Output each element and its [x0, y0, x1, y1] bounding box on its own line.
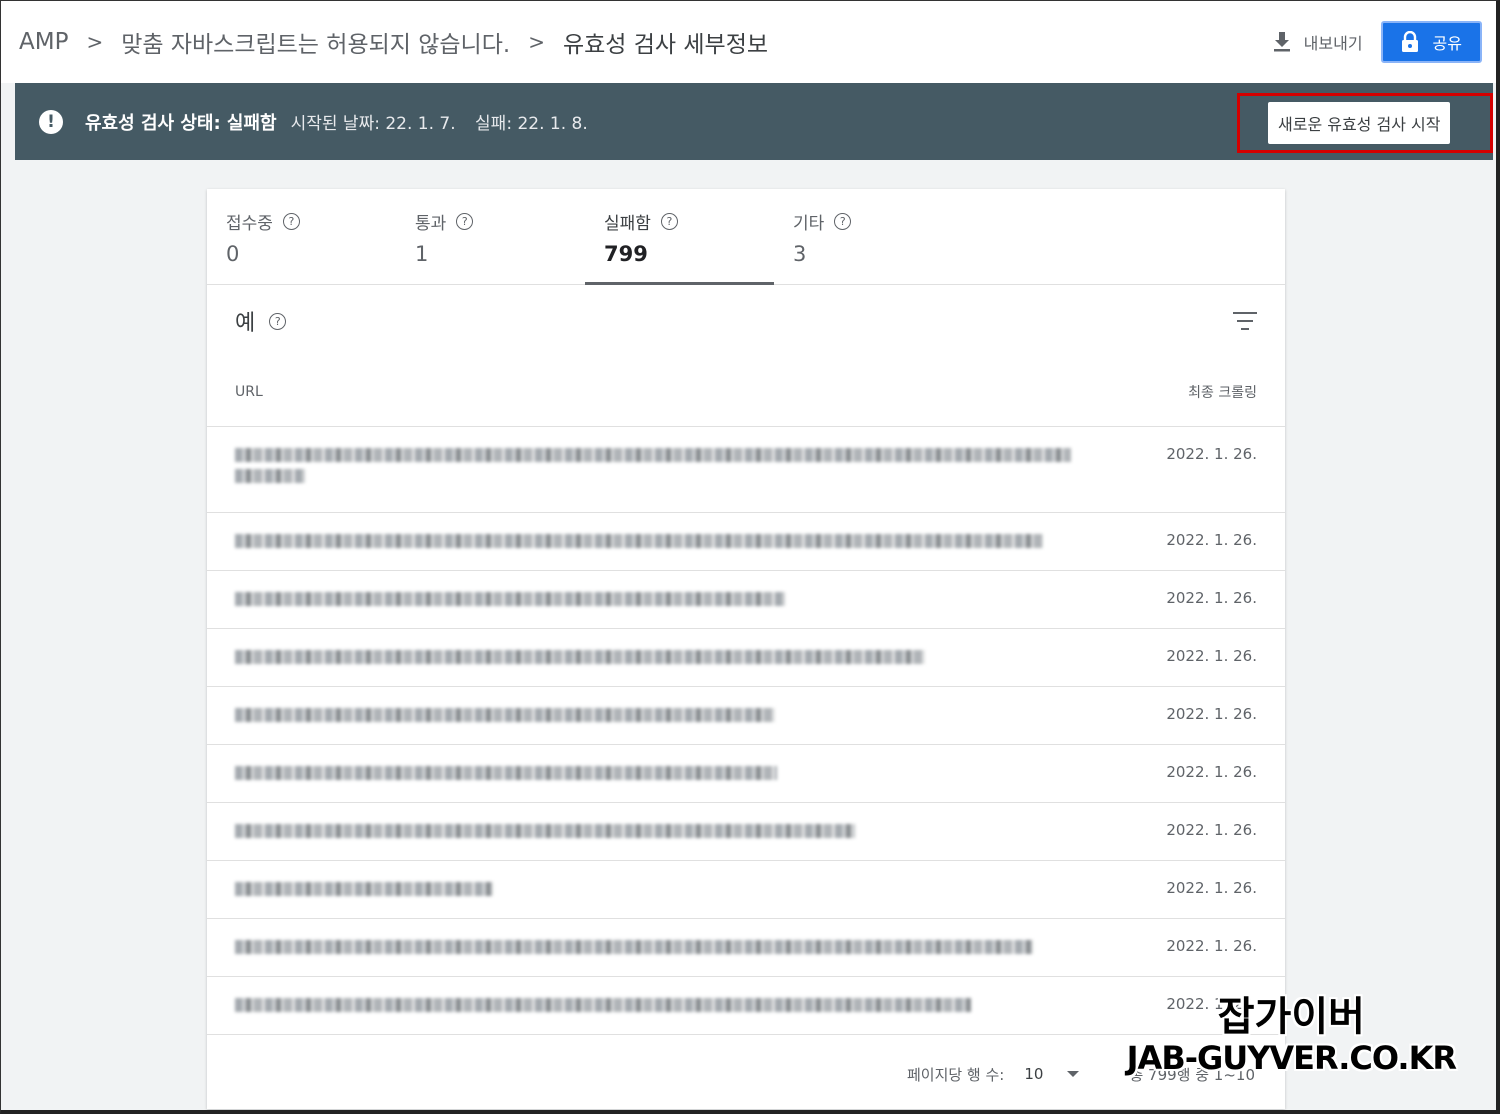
- redacted-url-text: [235, 766, 777, 780]
- table-row[interactable]: 2022. 1. 26.: [207, 803, 1285, 861]
- share-button[interactable]: 공유: [1380, 21, 1482, 63]
- redacted-url-text: [235, 592, 785, 606]
- url-cell[interactable]: [235, 513, 1075, 570]
- download-icon: [1273, 32, 1290, 52]
- export-label: 내보내기: [1303, 34, 1363, 53]
- table-row[interactable]: 2022. 1. 26.: [207, 571, 1285, 629]
- last-crawled-date: 2022. 1. 26.: [1166, 879, 1257, 897]
- help-icon[interactable]: ?: [834, 213, 852, 230]
- filter-icon[interactable]: [1233, 312, 1257, 330]
- breadcrumb-separator-icon: >: [86, 30, 104, 54]
- last-crawled-date: 2022. 1. 26.: [1166, 589, 1257, 607]
- last-crawled-date: 2022. 1. 26.: [1166, 763, 1257, 781]
- tab-label: 기타: [793, 214, 825, 234]
- table-row[interactable]: 2022. 1. 26.: [207, 919, 1285, 977]
- examples-header: 예 ?: [207, 285, 1285, 357]
- breadcrumb-amp[interactable]: AMP: [19, 29, 68, 55]
- status-failed: 실패: 22. 1. 8.: [475, 114, 588, 134]
- help-icon[interactable]: ?: [282, 213, 300, 230]
- url-cell[interactable]: [235, 571, 1075, 628]
- status-dates: 시작된 날짜: 22. 1. 7. 실패: 22. 1. 8.: [291, 109, 602, 134]
- tab-other[interactable]: 기타? 3: [774, 189, 963, 284]
- table-row[interactable]: 2022. 1. 26.: [207, 977, 1285, 1035]
- tab-pending[interactable]: 접수중? 0: [207, 189, 396, 284]
- breadcrumb-current: 유효성 검사 세부정보: [562, 32, 769, 58]
- url-table: 2022. 1. 26. 2022. 1. 26. 2022. 1. 26. 2022…: [207, 427, 1285, 1035]
- tab-label: 접수중: [226, 214, 273, 234]
- redacted-url-text: [235, 448, 1071, 462]
- app-frame: AMP > 맞춤 자바스크립트는 허용되지 않습니다. > 유효성 검사 세부정…: [0, 0, 1500, 1114]
- url-cell[interactable]: [235, 745, 1075, 802]
- tab-failed[interactable]: 실패함? 799: [585, 189, 774, 285]
- last-crawled-date: 2022. 1. 26.: [1166, 705, 1257, 723]
- validation-status-bar: ! 유효성 검사 상태: 실패함 시작된 날짜: 22. 1. 7. 실패: 2…: [15, 83, 1493, 160]
- watermark-line2: JAB-GUYVER.CO.KR: [1126, 1039, 1457, 1077]
- export-button[interactable]: 내보내기: [1272, 30, 1363, 54]
- rows-per-page-value: 10: [1024, 1065, 1044, 1083]
- tab-count: 799: [604, 242, 648, 266]
- redacted-url-text: [235, 650, 925, 664]
- caret-down-icon: [1067, 1071, 1080, 1077]
- rows-per-page-select[interactable]: 10: [1024, 1065, 1080, 1083]
- table-row[interactable]: 2022. 1. 26.: [207, 427, 1285, 513]
- status-started: 시작된 날짜: 22. 1. 7.: [290, 114, 456, 134]
- section-title: 예: [235, 311, 256, 336]
- redacted-url-text: [235, 708, 775, 722]
- tab-count: 3: [793, 242, 807, 266]
- redacted-url-text: [235, 940, 1033, 954]
- url-cell[interactable]: [235, 803, 1075, 860]
- help-icon[interactable]: ?: [269, 312, 287, 330]
- table-row[interactable]: 2022. 1. 26.: [207, 687, 1285, 745]
- breadcrumb: AMP > 맞춤 자바스크립트는 허용되지 않습니다. > 유효성 검사 세부정…: [19, 25, 1272, 59]
- table-row[interactable]: 2022. 1. 26.: [207, 513, 1285, 571]
- status-label: 유효성 검사 상태: 실패함: [85, 112, 277, 134]
- redacted-url-text: [235, 469, 305, 483]
- help-icon[interactable]: ?: [660, 213, 678, 230]
- pagination: 페이지당 행 수: 10 총 799행 중 1~10: [207, 1039, 1285, 1109]
- redacted-url-text: [235, 824, 855, 838]
- details-card: 접수중? 0 통과? 1 실패함? 799 기타? 3 예 ? URL 최종 크…: [207, 189, 1285, 1109]
- tab-count: 0: [226, 242, 240, 266]
- tab-passed[interactable]: 통과? 1: [396, 189, 585, 284]
- top-bar: AMP > 맞춤 자바스크립트는 허용되지 않습니다. > 유효성 검사 세부정…: [1, 1, 1496, 83]
- breadcrumb-separator-icon: >: [528, 30, 545, 54]
- last-crawled-date: 2022. 1. 26.: [1166, 647, 1257, 665]
- redacted-url-text: [235, 998, 971, 1012]
- start-validation-button[interactable]: 새로운 유효성 검사 시작: [1268, 102, 1451, 144]
- url-cell[interactable]: [235, 687, 1075, 744]
- url-cell[interactable]: [235, 919, 1075, 976]
- watermark-line1: 잡가이버: [1217, 994, 1365, 1040]
- rows-per-page-label: 페이지당 행 수:: [906, 1065, 1005, 1084]
- url-cell[interactable]: [235, 629, 1075, 686]
- lock-icon: [1401, 31, 1418, 52]
- last-crawled-date: 2022. 1. 26.: [1166, 821, 1257, 839]
- table-header: URL 최종 크롤링: [207, 357, 1285, 427]
- redacted-url-text: [235, 882, 493, 896]
- url-cell[interactable]: [235, 977, 1075, 1034]
- alert-icon: !: [39, 109, 63, 134]
- validate-highlight: 새로운 유효성 검사 시작: [1237, 93, 1493, 153]
- status-tabs: 접수중? 0 통과? 1 실패함? 799 기타? 3: [207, 189, 1285, 285]
- column-last-crawled[interactable]: 최종 크롤링: [1188, 382, 1257, 402]
- table-row[interactable]: 2022. 1. 26.: [207, 629, 1285, 687]
- watermark: 잡가이버 JAB-GUYVER.CO.KR: [1126, 994, 1457, 1077]
- help-icon[interactable]: ?: [456, 213, 474, 230]
- breadcrumb-issue[interactable]: 맞춤 자바스크립트는 허용되지 않습니다.: [121, 25, 510, 59]
- table-row[interactable]: 2022. 1. 26.: [207, 861, 1285, 919]
- tab-label: 실패함: [604, 214, 651, 234]
- share-label: 공유: [1432, 34, 1462, 53]
- table-row[interactable]: 2022. 1. 26.: [207, 745, 1285, 803]
- tab-count: 1: [415, 242, 429, 266]
- tab-label: 통과: [415, 214, 447, 234]
- last-crawled-date: 2022. 1. 26.: [1166, 445, 1257, 463]
- column-url[interactable]: URL: [235, 384, 263, 400]
- url-cell[interactable]: [235, 861, 1075, 918]
- redacted-url-text: [235, 534, 1043, 548]
- last-crawled-date: 2022. 1. 26.: [1166, 937, 1257, 955]
- url-cell[interactable]: [235, 427, 1075, 512]
- last-crawled-date: 2022. 1. 26.: [1166, 531, 1257, 549]
